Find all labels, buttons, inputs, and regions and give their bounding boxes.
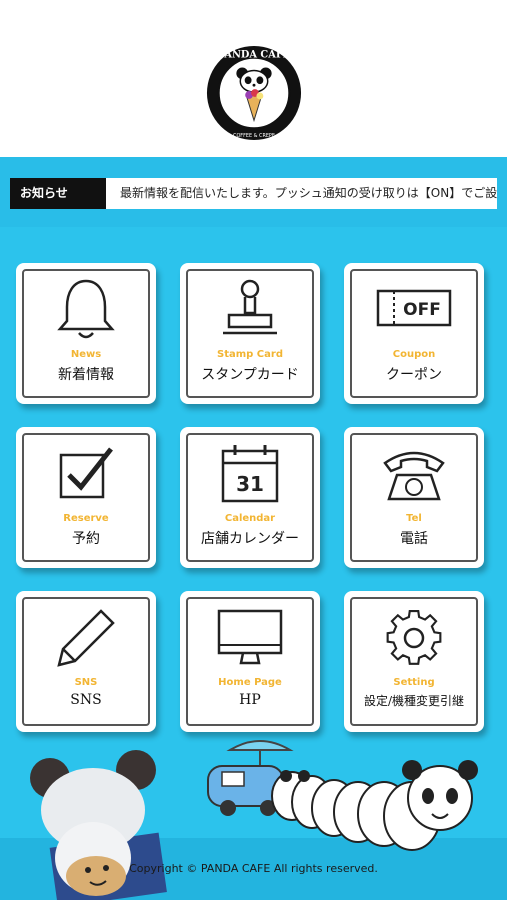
menu-tile-calendar[interactable]: 31 Calendar 店舗カレンダー bbox=[180, 427, 320, 568]
menu-tile-reserve[interactable]: Reserve 予約 bbox=[16, 427, 156, 568]
plush-panda-illustration bbox=[30, 750, 167, 900]
pencil-icon bbox=[57, 609, 115, 667]
news-label: お知らせ bbox=[10, 178, 106, 209]
calendar-icon: 31 bbox=[221, 445, 279, 503]
svg-text:PANDA CAFE: PANDA CAFE bbox=[218, 50, 291, 61]
tile-ja-label: SNS bbox=[70, 692, 102, 708]
tile-ja-label: 予約 bbox=[72, 531, 100, 547]
telephone-icon bbox=[383, 451, 445, 501]
calendar-day-text: 31 bbox=[236, 472, 264, 496]
tile-ja-label: クーポン bbox=[386, 367, 442, 383]
tile-ja-label: スタンプカード bbox=[201, 367, 299, 383]
tile-ja-label: 設定/機種変更引継 bbox=[363, 694, 465, 708]
tile-en-label: Stamp Card bbox=[217, 349, 283, 360]
tile-en-label: Tel bbox=[406, 513, 422, 524]
menu-tile-home-page[interactable]: Home Page HP bbox=[180, 591, 320, 732]
copyright-text: Copyright © PANDA CAFE All rights reserv… bbox=[129, 862, 378, 875]
tile-en-label: Calendar bbox=[224, 513, 276, 524]
coupon-off-text: OFF bbox=[403, 300, 441, 320]
monitor-icon bbox=[217, 609, 283, 665]
tile-en-label: Home Page bbox=[218, 677, 282, 688]
tile-en-label: Setting bbox=[393, 677, 435, 688]
bell-icon bbox=[57, 279, 115, 339]
tile-en-label: News bbox=[70, 349, 102, 360]
coupon-icon: OFF bbox=[376, 289, 452, 327]
menu-tile-sns[interactable]: SNS SNS bbox=[16, 591, 156, 732]
gear-icon bbox=[386, 609, 442, 665]
news-ticker[interactable]: お知らせ 最新情報を配信いたします。プッシュ通知の受け取りは【ON】でご設定 bbox=[10, 178, 497, 209]
panda-parade-illustration bbox=[207, 740, 478, 851]
stamp-icon bbox=[223, 279, 277, 335]
menu-tile-news[interactable]: News 新着情報 bbox=[16, 263, 156, 404]
tile-en-label: SNS bbox=[74, 677, 98, 688]
tile-en-label: Coupon bbox=[392, 349, 436, 360]
checkbox-icon bbox=[59, 447, 113, 499]
menu-tile-tel[interactable]: Tel 電話 bbox=[344, 427, 484, 568]
tile-ja-label: 新着情報 bbox=[58, 367, 114, 383]
menu-tile-stamp-card[interactable]: Stamp Card スタンプカード bbox=[180, 263, 320, 404]
menu-tile-setting[interactable]: Setting 設定/機種変更引継 bbox=[344, 591, 484, 732]
tile-ja-label: 店舗カレンダー bbox=[201, 531, 299, 547]
app-header: PANDA CAFE COFFEE & CREPE bbox=[0, 0, 507, 157]
tile-ja-label: 電話 bbox=[400, 531, 428, 547]
news-text[interactable]: 最新情報を配信いたします。プッシュ通知の受け取りは【ON】でご設定 bbox=[120, 178, 497, 209]
svg-text:COFFEE & CREPE: COFFEE & CREPE bbox=[233, 133, 275, 139]
tile-en-label: Reserve bbox=[63, 513, 109, 524]
panda-cafe-logo: PANDA CAFE COFFEE & CREPE bbox=[206, 45, 302, 141]
tile-ja-label: HP bbox=[239, 692, 261, 708]
menu-tile-coupon[interactable]: OFF Coupon クーポン bbox=[344, 263, 484, 404]
